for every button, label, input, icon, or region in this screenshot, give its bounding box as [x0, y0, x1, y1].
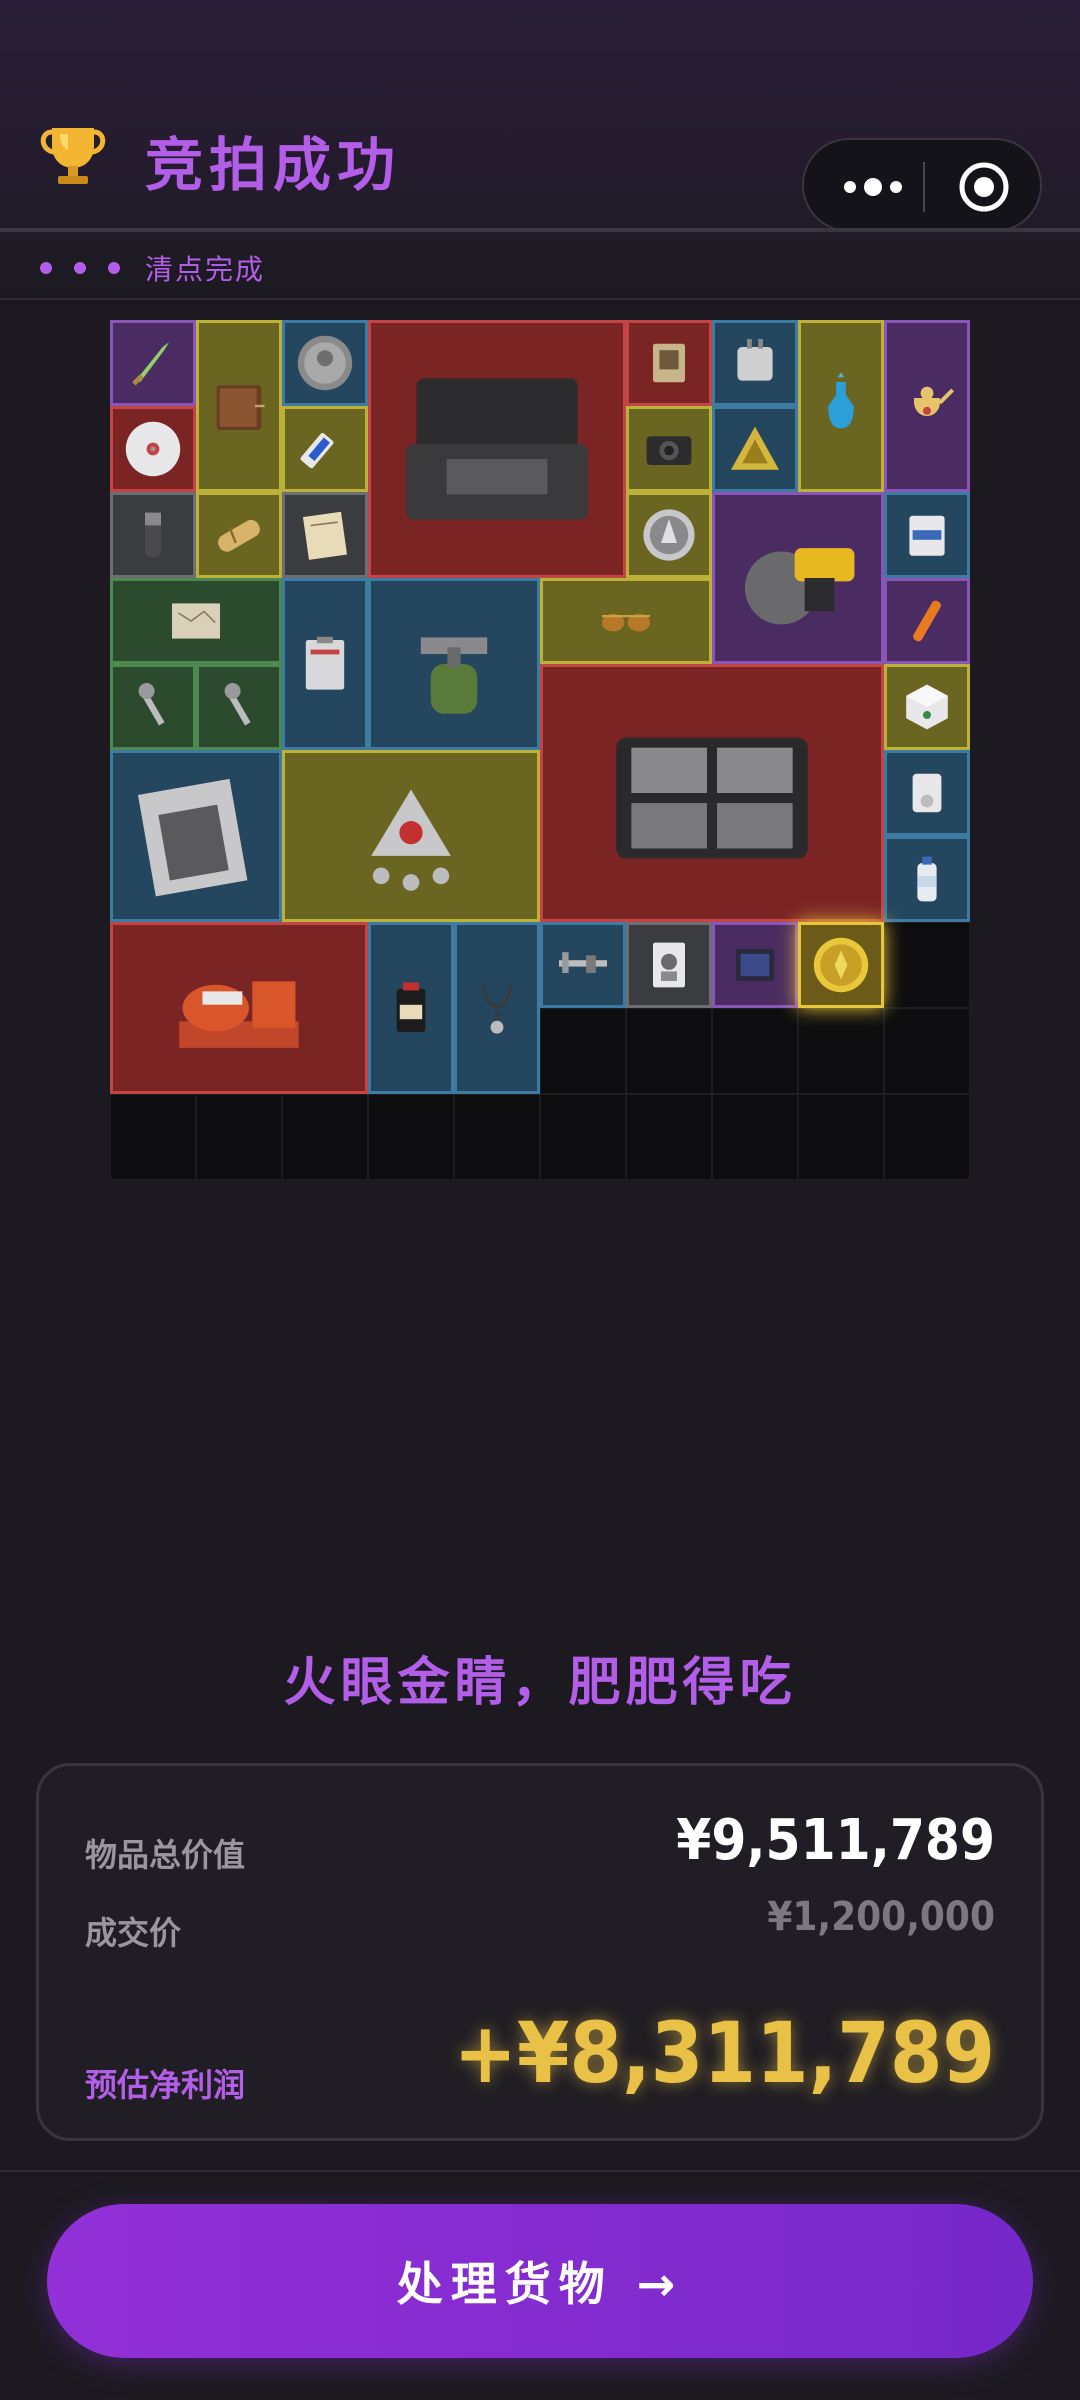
- inventory-item-generator[interactable]: [110, 922, 368, 1094]
- inventory-item-caliper[interactable]: [540, 922, 626, 1008]
- inventory-item-paper-note[interactable]: [282, 492, 368, 578]
- inventory-item-usb-drive[interactable]: [282, 406, 368, 492]
- inventory-item-pendant[interactable]: [282, 750, 540, 922]
- inventory-item-wrench-b[interactable]: [196, 664, 282, 750]
- inventory-item-equipment-case[interactable]: [368, 320, 626, 578]
- inventory-item-camera[interactable]: [626, 406, 712, 492]
- inventory-item-perfume-bottle[interactable]: [798, 320, 884, 492]
- grid-slot: [884, 1008, 970, 1094]
- inventory-item-circuit-chip[interactable]: [626, 320, 712, 406]
- trophy-icon: [38, 120, 108, 190]
- inventory-item-ancient-coin[interactable]: [282, 320, 368, 406]
- inventory-item-power-adapter[interactable]: [712, 320, 798, 406]
- inventory-item-battery-pack[interactable]: [540, 664, 884, 922]
- inventory-item-cpu-chip[interactable]: [712, 922, 798, 1008]
- grid-slot: [712, 1094, 798, 1180]
- inventory-item-cd-disc[interactable]: [110, 406, 196, 492]
- grid-slot: [368, 1094, 454, 1180]
- inventory-item-flare[interactable]: [884, 578, 970, 664]
- grid-slot: [798, 1094, 884, 1180]
- summary-panel: 物品总价值 ¥9,511,789 成交价 ¥1,200,000 预估净利润 +¥…: [36, 1763, 1044, 2141]
- capsule-divider: [923, 162, 925, 212]
- total-value-label: 物品总价值: [85, 1836, 246, 1874]
- grid-slot: [196, 1094, 282, 1180]
- process-goods-button[interactable]: 处理货物 →: [47, 2204, 1033, 2358]
- inventory-item-black-powder[interactable]: [368, 922, 454, 1094]
- inventory-item-sunglasses[interactable]: [540, 578, 712, 664]
- inventory-item-leather-journal[interactable]: [196, 320, 282, 492]
- grid-slot: [798, 1008, 884, 1094]
- grid-slot: [712, 1008, 798, 1094]
- status-divider: [0, 298, 1080, 300]
- inventory-item-golden-teapot[interactable]: [884, 320, 970, 492]
- inventory-item-old-map[interactable]: [110, 578, 282, 664]
- inventory-item-mp3-player[interactable]: [884, 750, 970, 836]
- target-circle-icon[interactable]: [958, 161, 1010, 213]
- grid-slot: [626, 1008, 712, 1094]
- inventory-item-dagger[interactable]: [110, 320, 196, 406]
- inventory-item-magazine[interactable]: [110, 750, 282, 922]
- slogan-text: 火眼金睛，肥肥得吃: [283, 1653, 797, 1713]
- grid-slot: [110, 1094, 196, 1180]
- profit-value: +¥8,311,789: [453, 2004, 995, 2102]
- status-text: 清点完成: [145, 253, 266, 286]
- more-dots-icon[interactable]: [838, 170, 908, 204]
- inventory-item-pepper-grinder[interactable]: [110, 492, 196, 578]
- inventory-item-pyramid[interactable]: [712, 406, 798, 492]
- inventory-item-playing-card[interactable]: [626, 922, 712, 1008]
- inventory-item-scroll-capsule[interactable]: [196, 492, 282, 578]
- progress-dots-icon: [38, 260, 128, 276]
- inventory-item-camp-stove[interactable]: [368, 578, 540, 750]
- header-divider: [0, 228, 1080, 232]
- profit-label: 预估净利润: [85, 2066, 246, 2104]
- inventory-item-clipboard[interactable]: [282, 578, 368, 750]
- deal-price: ¥1,200,000: [767, 1894, 995, 1940]
- miniprogram-capsule: [802, 138, 1042, 232]
- grid-slot: [540, 1008, 626, 1094]
- total-value: ¥9,511,789: [676, 1808, 995, 1873]
- deal-price-label: 成交价: [85, 1914, 182, 1952]
- inventory-item-puzzle-cube[interactable]: [884, 664, 970, 750]
- inventory-item-water-bottle[interactable]: [884, 836, 970, 922]
- footer-divider: [0, 2170, 1080, 2172]
- grid-slot: [626, 1094, 712, 1180]
- inventory-grid: [110, 320, 970, 1180]
- grid-slot: [884, 1094, 970, 1180]
- header: 竞拍成功: [0, 80, 1080, 232]
- inventory-item-gold-medallion[interactable]: [798, 922, 884, 1008]
- grid-slot: [884, 922, 970, 1008]
- grid-slot: [540, 1094, 626, 1180]
- inventory-item-pill-box[interactable]: [884, 492, 970, 578]
- inventory-item-wrench-a[interactable]: [110, 664, 196, 750]
- grid-slot: [282, 1094, 368, 1180]
- inventory-item-circular-saw[interactable]: [712, 492, 884, 664]
- page-title: 竞拍成功: [145, 131, 402, 199]
- inventory-item-stethoscope[interactable]: [454, 922, 540, 1094]
- grid-slot: [454, 1094, 540, 1180]
- inventory-item-emblem-badge[interactable]: [626, 492, 712, 578]
- status-bar: 清点完成: [0, 240, 1080, 298]
